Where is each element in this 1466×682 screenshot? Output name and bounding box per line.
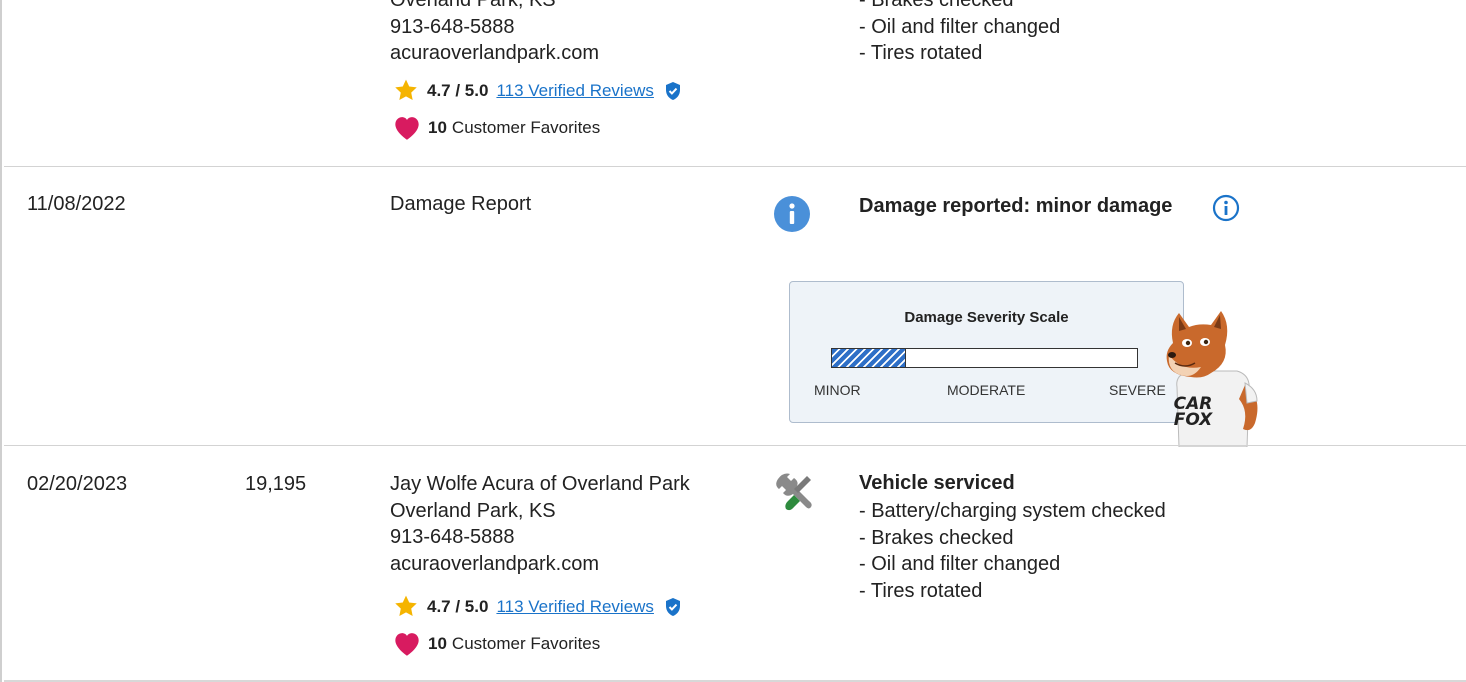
- mascot-shirt-text-bottom: FOX: [1174, 410, 1213, 430]
- record-mileage: 19,195: [245, 473, 307, 495]
- heart-icon: [395, 117, 419, 140]
- severity-bar-fill: [832, 349, 907, 367]
- heart-icon: [395, 633, 419, 656]
- customer-favorites: 10 Customer Favorites: [392, 630, 600, 657]
- rating-score: 4.7 / 5.0: [427, 596, 489, 616]
- favorites-label: Customer Favorites: [451, 117, 601, 137]
- damage-severity-scale: Damage Severity Scale MINOR MODERATE SEV…: [789, 281, 1184, 423]
- service-item: - Oil and filter changed: [859, 15, 1061, 38]
- dealer-city: Overland Park, KS: [390, 0, 556, 11]
- record-source: Damage Report: [390, 193, 532, 215]
- service-item: - Tires rotated: [859, 579, 983, 602]
- dealer-website: acuraoverlandpark.com: [390, 42, 599, 64]
- verified-shield-icon: [664, 597, 682, 617]
- service-details: - Brakes checked - Oil and filter change…: [859, 0, 1060, 67]
- customer-favorites: 10 Customer Favorites: [392, 114, 600, 141]
- row-divider: [4, 166, 1466, 167]
- rating-score: 4.7 / 5.0: [427, 80, 489, 100]
- dealer-info: Jay Wolfe Acura of Overland Park Overlan…: [390, 471, 690, 577]
- info-icon: [774, 196, 810, 232]
- service-item: - Brakes checked: [859, 0, 1014, 11]
- history-panel: Overland Park, KS 913-648-5888 acuraover…: [0, 0, 1466, 682]
- row-divider: [4, 445, 1466, 446]
- scale-title: Damage Severity Scale: [904, 309, 1069, 326]
- dealer-phone: 913-648-5888: [390, 15, 515, 38]
- dealer-website: acuraoverlandpark.com: [390, 552, 599, 575]
- info-outline-icon[interactable]: [1212, 194, 1240, 222]
- damage-headline: Damage reported: minor damage: [859, 195, 1173, 217]
- scale-label-severe: SEVERE: [1109, 382, 1166, 398]
- scale-label-moderate: MODERATE: [947, 382, 1026, 398]
- record-date: 11/08/2022: [27, 193, 126, 215]
- verified-shield-icon: [664, 81, 682, 101]
- favorites-count: 10: [428, 117, 447, 137]
- record-date: 02/20/2023: [27, 473, 128, 495]
- favorites-count: 10: [428, 633, 447, 653]
- service-details: - Battery/charging system checked - Brak…: [859, 498, 1166, 604]
- favorites-label: Customer Favorites: [451, 633, 601, 653]
- wrench-screwdriver-icon: [776, 473, 812, 511]
- dealer-name: Jay Wolfe Acura of Overland Park: [390, 473, 690, 495]
- service-item: - Tires rotated: [859, 42, 983, 64]
- dealer-rating: 4.7 / 5.0 113 Verified Reviews: [393, 594, 682, 619]
- dealer-info: Overland Park, KS 913-648-5888 acuraover…: [390, 0, 599, 67]
- service-item: - Oil and filter changed: [859, 553, 1061, 575]
- dealer-city: Overland Park, KS: [390, 499, 556, 522]
- star-icon: [395, 79, 417, 100]
- verified-reviews-link[interactable]: 113 Verified Reviews: [496, 81, 654, 101]
- verified-reviews-link[interactable]: 113 Verified Reviews: [496, 597, 654, 617]
- star-icon: [395, 595, 417, 616]
- severity-bar: [831, 348, 1138, 368]
- scale-label-minor: MINOR: [814, 382, 861, 398]
- dealer-phone: 913-648-5888: [390, 526, 515, 548]
- service-item: - Battery/charging system checked: [859, 500, 1166, 522]
- carfox-mascot: CAR FOX: [1166, 311, 1258, 447]
- dealer-rating: 4.7 / 5.0 113 Verified Reviews: [393, 78, 682, 103]
- service-item: - Brakes checked: [859, 526, 1014, 549]
- service-headline: Vehicle serviced: [859, 472, 1015, 494]
